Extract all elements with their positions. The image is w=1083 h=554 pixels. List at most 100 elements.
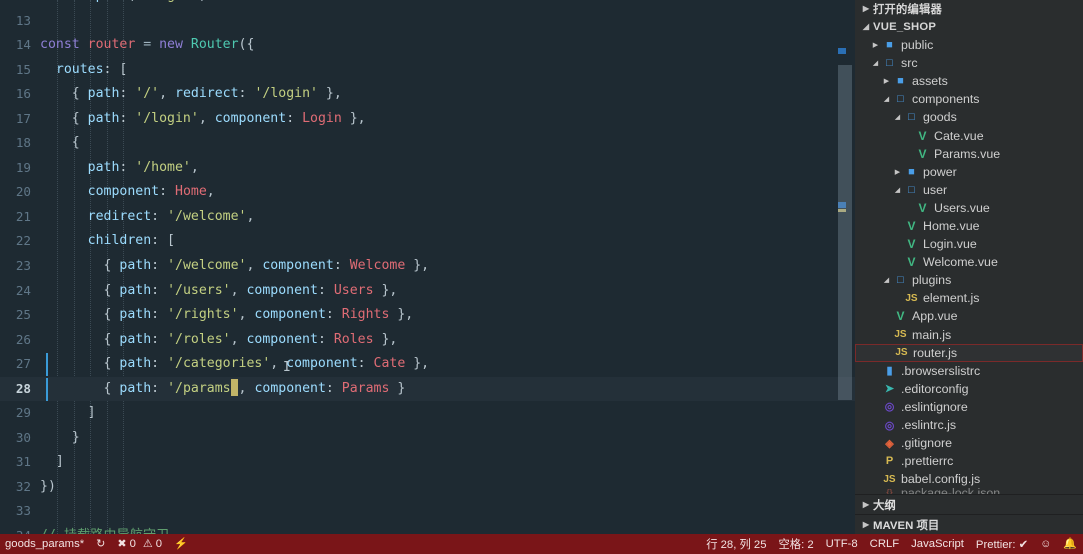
eol-item[interactable]: CRLF <box>864 534 906 554</box>
tree-item-label: .gitignore <box>898 436 952 450</box>
indentation-item[interactable]: 空格: 2 <box>772 534 819 554</box>
line-number: 32 <box>0 475 40 500</box>
tree-item-browserslistrc[interactable]: ▮.browserslistrc <box>855 362 1083 380</box>
open-editors-section[interactable]: ▶ 打开的编辑器 <box>855 0 1083 18</box>
tree-item-eslintignore[interactable]: ◎.eslintignore <box>855 398 1083 416</box>
scrollbar-thumb[interactable] <box>838 65 852 400</box>
code-line: 26 { path: '/roles', component: Roles }, <box>0 328 855 353</box>
tree-item-label: Welcome.vue <box>920 255 998 269</box>
tree-item-label: App.vue <box>909 309 957 323</box>
sidebar-bottom-sections: ▶ 大纲 ▶ MAVEN 项目 <box>855 494 1083 534</box>
tree-item-components[interactable]: ◢□components <box>855 90 1083 108</box>
language-mode-item[interactable]: JavaScript <box>905 534 970 554</box>
maven-section[interactable]: ▶ MAVEN 项目 <box>855 514 1083 534</box>
prettier-item[interactable]: Prettier: ✔ <box>970 534 1034 554</box>
tree-item-public[interactable]: ▶■public <box>855 36 1083 54</box>
tree-item-label: Home.vue <box>920 219 979 233</box>
git-branch-item[interactable]: goods_params* <box>0 534 90 554</box>
line-number: 29 <box>0 401 40 426</box>
code-line: 34// 挂载路由导航守卫 <box>0 524 855 534</box>
editor-scrollbar[interactable] <box>836 0 855 534</box>
encoding-item[interactable]: UTF-8 <box>820 534 864 554</box>
lightning-button[interactable]: ⚡ <box>168 534 194 554</box>
tree-item-params-vue[interactable]: VParams.vue <box>855 145 1083 163</box>
chevron-right-icon: ▶ <box>892 168 903 176</box>
tree-item-welcome-vue[interactable]: VWelcome.vue <box>855 253 1083 271</box>
js-icon: JS <box>903 293 920 304</box>
tree-item-label: power <box>920 165 957 179</box>
tree-item-prettierrc[interactable]: P.prettierrc <box>855 452 1083 470</box>
tree-item-power[interactable]: ▶■power <box>855 163 1083 181</box>
warning-count: 0 <box>156 538 162 550</box>
line-number: 25 <box>0 303 40 328</box>
tree-item-label: plugins <box>909 273 951 287</box>
tree-item-label: babel.config.js <box>898 472 980 486</box>
tree-item-editorconfig[interactable]: ➤.editorconfig <box>855 380 1083 398</box>
tree-item-eslintrc-js[interactable]: ◎.eslintrc.js <box>855 416 1083 434</box>
outline-section[interactable]: ▶ 大纲 <box>855 494 1083 514</box>
tree-item-main-js[interactable]: JSmain.js <box>855 326 1083 344</box>
vue-icon: V <box>914 147 931 161</box>
line-number: 26 <box>0 328 40 353</box>
line-number: 23 <box>0 254 40 279</box>
folder-open-icon: □ <box>892 93 909 105</box>
tree-item-element-js[interactable]: JSelement.js <box>855 289 1083 307</box>
tree-item-user[interactable]: ◢□user <box>855 181 1083 199</box>
line-number: 19 <box>0 156 40 181</box>
line-content: { <box>40 131 855 156</box>
problems-button[interactable]: ✖ 0 ⚠ 0 <box>111 534 168 554</box>
tree-item-gitignore[interactable]: ◈.gitignore <box>855 434 1083 452</box>
line-content: router.push('/login') <box>40 0 855 9</box>
tree-item-src[interactable]: ◢□src <box>855 54 1083 72</box>
code-line: 30 } <box>0 426 855 451</box>
code-line: 25 { path: '/rights', component: Rights … <box>0 303 855 328</box>
cursor-position-item[interactable]: 行 28, 列 25 <box>700 534 772 554</box>
js-icon: JS <box>881 474 898 485</box>
file-tree[interactable]: ▶■public◢□src▶■assets◢□components◢□goods… <box>855 36 1083 497</box>
tree-item-goods[interactable]: ◢□goods <box>855 108 1083 126</box>
code-line: 22 children: [ <box>0 229 855 254</box>
project-section[interactable]: ◢ VUE_SHOP <box>855 18 1083 36</box>
git-icon: ◈ <box>881 437 898 450</box>
line-content: { path: '/rights', component: Rights }, <box>40 303 855 328</box>
tree-item-cate-vue[interactable]: VCate.vue <box>855 126 1083 144</box>
code-line: 31 ] <box>0 450 855 475</box>
tree-item-label: assets <box>909 74 948 88</box>
status-bar: goods_params* ↻ ✖ 0 ⚠ 0 ⚡ 行 28, 列 25 空格:… <box>0 534 1083 554</box>
tree-item-app-vue[interactable]: VApp.vue <box>855 307 1083 325</box>
tree-item-plugins[interactable]: ◢□plugins <box>855 271 1083 289</box>
status-bar-left: goods_params* ↻ ✖ 0 ⚠ 0 ⚡ <box>0 534 194 554</box>
code-line: 29 ] <box>0 401 855 426</box>
explorer-sidebar[interactable]: ▶ 打开的编辑器 ◢ VUE_SHOP ▶■public◢□src▶■asset… <box>855 0 1083 534</box>
code-line: 28 { path: '/params', component: Params … <box>0 377 855 402</box>
line-content: { path: '/welcome', component: Welcome }… <box>40 254 855 279</box>
code-line: 13 <box>0 9 855 34</box>
notifications-button[interactable]: 🔔 <box>1057 534 1083 554</box>
tree-item-label: .editorconfig <box>898 382 969 396</box>
chevron-down-icon: ◢ <box>870 59 881 67</box>
tree-item-assets[interactable]: ▶■assets <box>855 72 1083 90</box>
tree-item-router-js[interactable]: JSrouter.js <box>855 344 1083 362</box>
code-lines: router.push('/login')1314const router = … <box>0 0 855 534</box>
outline-label: 大纲 <box>873 497 896 513</box>
code-line: 14const router = new Router({ <box>0 33 855 58</box>
sync-button[interactable]: ↻ <box>90 534 111 554</box>
vue-icon: V <box>914 201 931 215</box>
tree-item-users-vue[interactable]: VUsers.vue <box>855 199 1083 217</box>
tree-item-label: user <box>920 183 947 197</box>
mouse-text-cursor: I <box>283 356 291 381</box>
tree-item-login-vue[interactable]: VLogin.vue <box>855 235 1083 253</box>
code-editor[interactable]: router.push('/login')1314const router = … <box>0 0 855 534</box>
line-number: 27 <box>0 352 40 377</box>
tree-item-babel-config-js[interactable]: JSbabel.config.js <box>855 470 1083 488</box>
tree-item-label: element.js <box>920 291 979 305</box>
line-number: 16 <box>0 82 40 107</box>
tree-item-label: .eslintignore <box>898 400 968 414</box>
feedback-button[interactable]: ☺ <box>1034 534 1057 554</box>
folder-icon: ■ <box>903 166 920 178</box>
vue-icon: V <box>903 237 920 251</box>
vscode-window: router.push('/login')1314const router = … <box>0 0 1083 554</box>
text-caret <box>231 379 238 396</box>
chevron-down-icon: ◢ <box>892 113 903 121</box>
tree-item-home-vue[interactable]: VHome.vue <box>855 217 1083 235</box>
